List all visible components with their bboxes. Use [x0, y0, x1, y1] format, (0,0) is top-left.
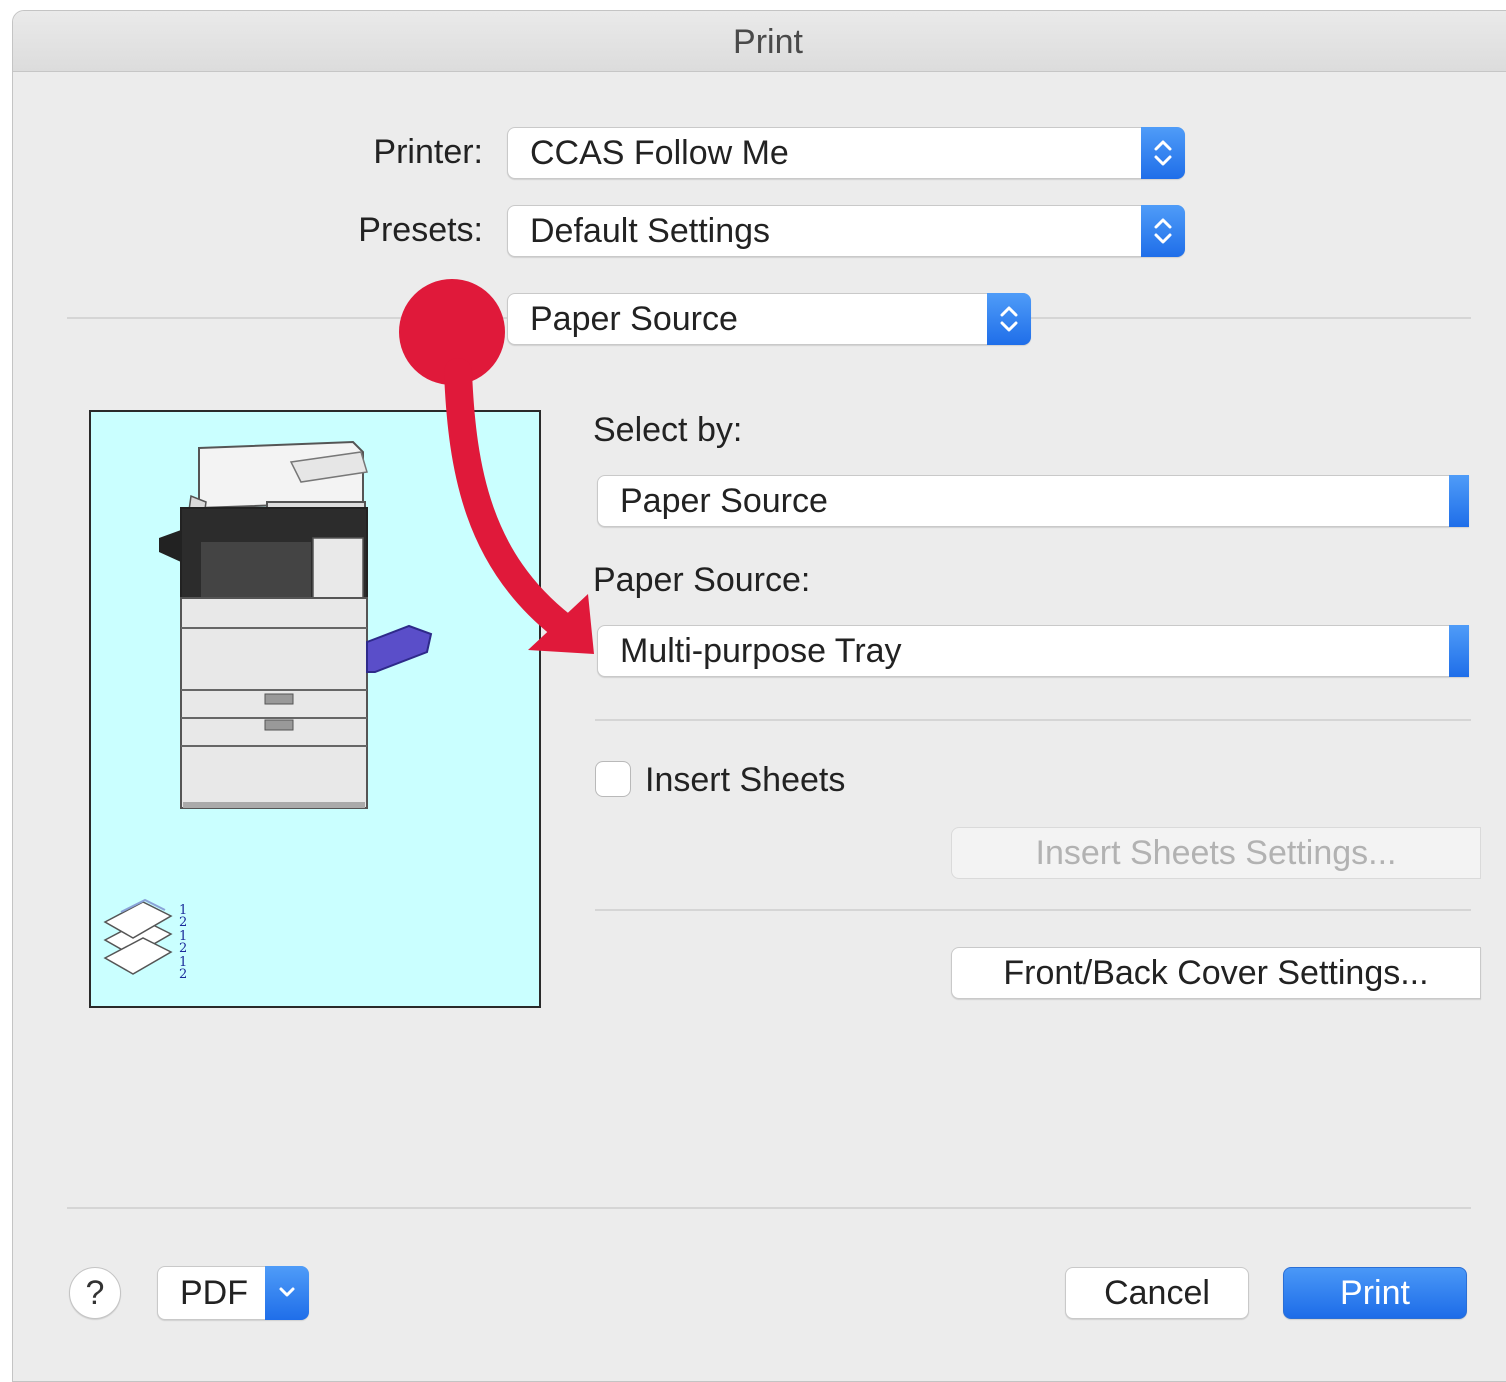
select-by-popup[interactable]: Paper Source [597, 475, 1469, 527]
select-by-label: Select by: [593, 411, 743, 449]
window-title: Print [13, 11, 1506, 72]
presets-popup[interactable]: Default Settings [507, 205, 1185, 257]
separator [67, 1207, 1471, 1209]
paper-source-label: Paper Source: [593, 561, 811, 599]
separator [1031, 317, 1471, 319]
chevron-down-icon [265, 1266, 309, 1320]
printer-popup[interactable]: CCAS Follow Me [507, 127, 1185, 179]
up-down-chevron-icon [1141, 127, 1185, 179]
up-down-chevron-icon [1449, 475, 1469, 527]
up-down-chevron-icon [987, 293, 1031, 345]
up-down-chevron-icon [1449, 625, 1469, 677]
separator [595, 719, 1471, 721]
copier-illustration: 1 2 1 2 1 2 [103, 440, 433, 982]
collated-stack-icon: 1 2 1 2 1 2 [103, 898, 187, 982]
printer-preview: 1 2 1 2 1 2 [89, 410, 541, 1008]
pdf-label: PDF [180, 1274, 248, 1312]
insert-sheets-label: Insert Sheets [645, 761, 846, 799]
cover-settings-button[interactable]: Front/Back Cover Settings... [951, 947, 1481, 999]
print-button[interactable]: Print [1283, 1267, 1467, 1319]
select-by-value: Paper Source [620, 482, 828, 520]
collate-digit: 2 [179, 967, 187, 982]
help-button[interactable]: ? [69, 1267, 121, 1319]
insert-sheets-settings-button[interactable]: Insert Sheets Settings... [951, 827, 1481, 879]
paper-source-popup[interactable]: Multi-purpose Tray [597, 625, 1469, 677]
print-dialog: Print Printer: CCAS Follow Me Presets: D… [12, 10, 1506, 1382]
printer-value: CCAS Follow Me [530, 134, 789, 172]
insert-sheets-checkbox[interactable] [595, 761, 631, 797]
separator [595, 909, 1471, 911]
collate-digit: 2 [179, 941, 187, 956]
up-down-chevron-icon [1141, 205, 1185, 257]
paper-source-value: Multi-purpose Tray [620, 632, 902, 670]
cancel-button[interactable]: Cancel [1065, 1267, 1249, 1319]
panel-menu-popup[interactable]: Paper Source [507, 293, 1031, 345]
collate-digit: 2 [179, 915, 187, 930]
pdf-menu-button[interactable]: PDF [157, 1266, 309, 1320]
presets-value: Default Settings [530, 212, 771, 250]
separator [67, 317, 507, 319]
panel-menu-value: Paper Source [530, 300, 738, 338]
presets-label: Presets: [358, 211, 483, 249]
printer-label: Printer: [373, 133, 483, 171]
